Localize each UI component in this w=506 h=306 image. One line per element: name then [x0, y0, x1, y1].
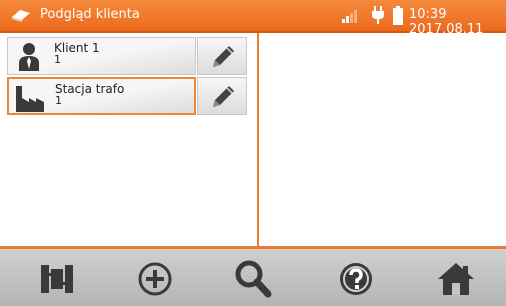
home-icon	[438, 263, 474, 295]
edit-station-button[interactable]	[197, 77, 247, 115]
person-icon	[11, 41, 47, 75]
help-button[interactable]	[336, 259, 376, 299]
item-count: 1	[54, 53, 61, 66]
list-item-client[interactable]: Klient 1 1	[7, 37, 196, 75]
pencil-icon	[213, 86, 234, 107]
content-area: Klient 1 1 Stacja trafo 1	[0, 33, 506, 246]
search-button[interactable]	[233, 259, 273, 299]
power-plug-icon	[372, 6, 384, 28]
help-icon	[340, 263, 372, 295]
bottom-toolbar	[0, 246, 506, 306]
tree-structure-icon	[41, 265, 73, 293]
home-button[interactable]	[436, 259, 476, 299]
page-title: Podgląd klienta	[40, 7, 140, 22]
tree-structure-button[interactable]	[37, 259, 77, 299]
battery-icon	[393, 6, 403, 29]
item-label: Stacja trafo	[55, 82, 125, 96]
app-logo-icon	[10, 7, 32, 27]
factory-icon	[12, 82, 48, 116]
pencil-icon	[213, 46, 234, 67]
item-count: 1	[55, 94, 62, 107]
signal-strength-icon	[342, 8, 360, 27]
panel-divider	[257, 33, 259, 246]
add-button[interactable]	[135, 259, 175, 299]
edit-client-button[interactable]	[197, 37, 247, 75]
add-circle-icon	[138, 262, 172, 296]
title-bar: Podgląd klienta 10:39 2017.08.11	[0, 0, 506, 37]
search-icon	[235, 260, 272, 298]
list-item-station[interactable]: Stacja trafo 1	[7, 77, 196, 115]
